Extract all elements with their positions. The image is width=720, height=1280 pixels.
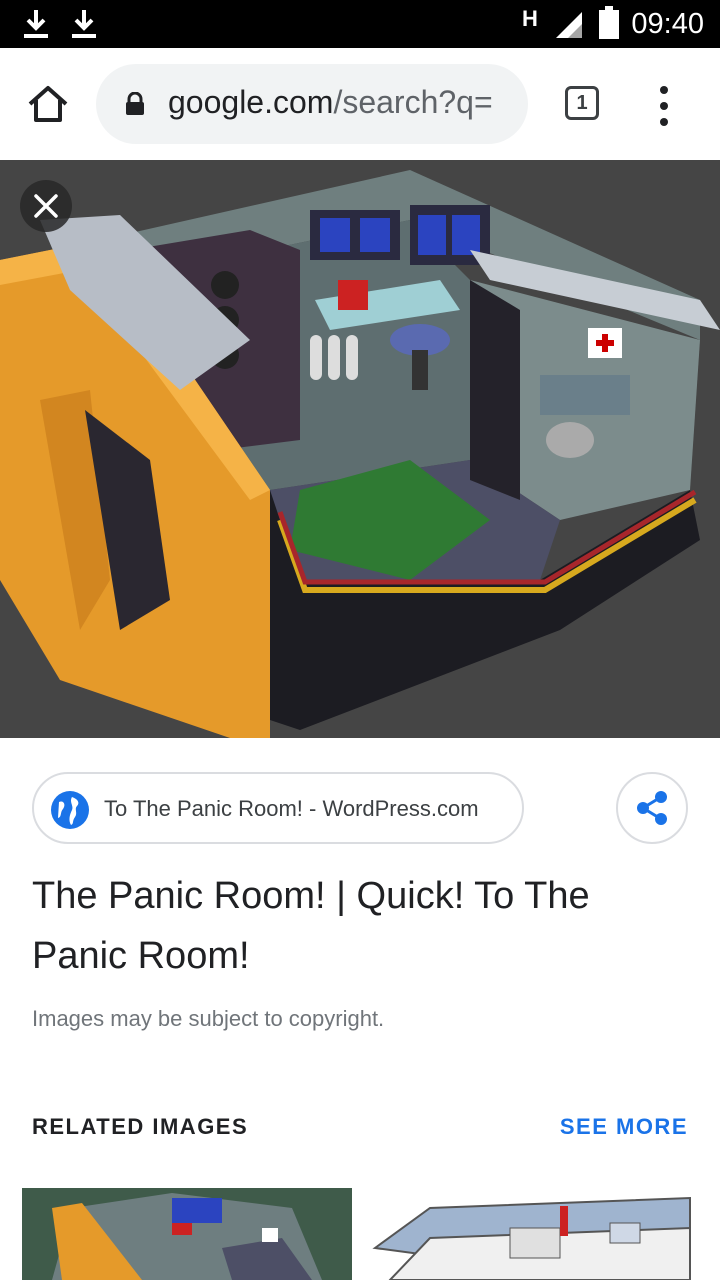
related-image-2 — [370, 1188, 700, 1280]
home-icon[interactable] — [26, 82, 70, 126]
download-icon — [72, 10, 96, 38]
close-viewer-button[interactable] — [20, 180, 72, 232]
clock: 09:40 — [631, 8, 704, 40]
more-options-icon[interactable] — [652, 84, 676, 128]
share-button[interactable] — [616, 772, 688, 844]
url-text[interactable]: google.com/search?q= — [168, 84, 516, 121]
related-image-1 — [22, 1188, 352, 1280]
related-image-thumbnail[interactable] — [370, 1188, 700, 1280]
result-image[interactable] — [0, 160, 720, 738]
address-bar[interactable]: google.com/search?q= — [96, 64, 528, 144]
signal-icon — [556, 12, 582, 38]
status-bar: H 09:40 — [0, 0, 720, 48]
lock-icon — [126, 92, 144, 115]
see-more-link[interactable]: SEE MORE — [560, 1114, 688, 1140]
panic-room-illustration — [0, 160, 720, 738]
source-link[interactable]: To The Panic Room! - WordPress.com — [32, 772, 524, 844]
related-images-heading: RELATED IMAGES — [32, 1114, 249, 1139]
browser-toolbar: google.com/search?q= 1 — [0, 48, 720, 161]
tab-switcher-button[interactable]: 1 — [565, 86, 599, 120]
image-title[interactable]: The Panic Room! | Quick! To The Panic Ro… — [32, 866, 672, 986]
globe-icon — [51, 791, 89, 829]
download-icon — [24, 10, 48, 38]
share-icon — [637, 791, 667, 825]
copyright-notice: Images may be subject to copyright. — [32, 1006, 385, 1031]
related-image-thumbnail[interactable] — [22, 1188, 352, 1280]
source-label: To The Panic Room! - WordPress.com — [104, 796, 479, 821]
url-domain: google.com — [168, 84, 334, 120]
battery-icon — [599, 6, 619, 39]
url-path: /search?q= — [333, 84, 493, 120]
close-icon — [34, 194, 58, 218]
network-type-label: H — [522, 6, 538, 31]
